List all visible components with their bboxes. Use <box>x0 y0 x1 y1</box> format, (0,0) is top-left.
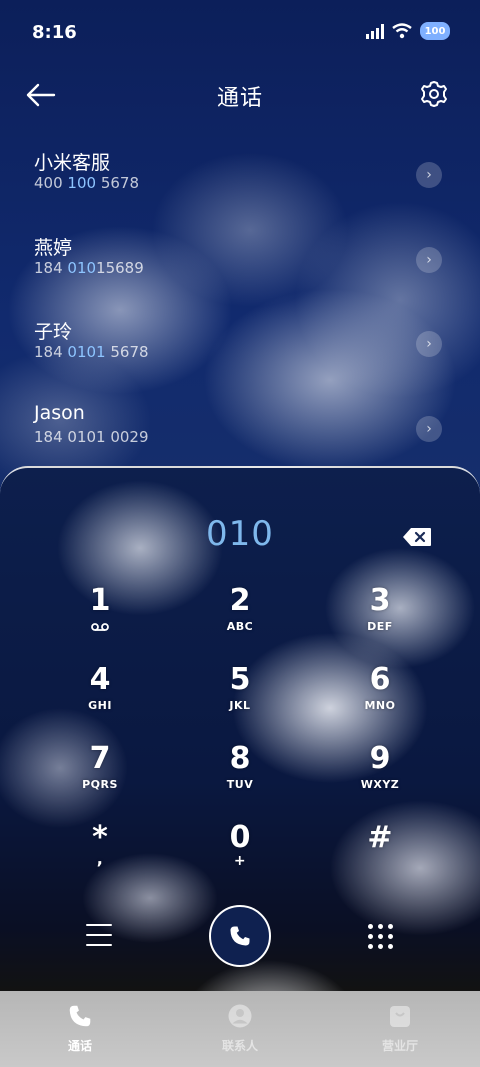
key-9[interactable]: 9 WXYZ <box>310 736 450 815</box>
wifi-icon <box>392 23 412 39</box>
top-app-bar: 通话 <box>0 70 480 120</box>
bag-icon <box>390 1006 410 1027</box>
key-hash[interactable]: # <box>310 815 450 894</box>
gear-icon[interactable] <box>420 80 448 108</box>
chevron-right-icon[interactable]: › <box>416 415 442 442</box>
list-item[interactable]: 子玲 184 0101 5678 › <box>0 309 480 394</box>
signal-icon <box>366 23 384 39</box>
status-time: 8:16 <box>32 22 77 43</box>
key-7[interactable]: 7 PQRS <box>30 736 170 815</box>
list-item[interactable]: 燕婷 184 01015689 › <box>0 225 480 310</box>
key-6[interactable]: 6 MNO <box>310 657 450 736</box>
key-star[interactable]: * , <box>30 815 170 894</box>
phone-icon <box>69 1005 91 1027</box>
phone-icon <box>230 926 250 946</box>
page-title: 通话 <box>216 86 263 111</box>
tab-label: 联系人 <box>221 1039 258 1053</box>
contact-name: Jason <box>34 401 85 424</box>
key-0[interactable]: 0 + <box>170 815 310 894</box>
person-icon <box>228 1004 252 1028</box>
key-1[interactable]: 1 <box>30 578 170 657</box>
chevron-right-icon[interactable]: › <box>416 331 442 357</box>
tab-contacts[interactable]: 联系人 <box>160 991 320 1067</box>
tab-label: 通话 <box>67 1039 92 1053</box>
tab-calls[interactable]: 通话 <box>0 991 160 1067</box>
dialpad-panel: 010 1 2 ABC 3 DEF 4 GHI 5 JKL 6 MNO 7 PQ… <box>0 466 480 991</box>
dialpad-keys: 1 2 ABC 3 DEF 4 GHI 5 JKL 6 MNO 7 PQRS 8… <box>30 578 450 894</box>
voicemail-icon <box>91 623 109 631</box>
key-3[interactable]: 3 DEF <box>310 578 450 657</box>
status-icons: 100 <box>366 22 450 40</box>
list-item[interactable]: 小米客服 400 100 5678 › <box>0 140 480 225</box>
bottom-navigation: 通话 联系人 营业厅 <box>0 991 480 1067</box>
key-4[interactable]: 4 GHI <box>30 657 170 736</box>
key-5[interactable]: 5 JKL <box>170 657 310 736</box>
chevron-right-icon[interactable]: › <box>416 162 442 188</box>
backspace-icon[interactable] <box>402 527 432 547</box>
menu-icon[interactable] <box>86 924 112 946</box>
contact-number: 184 01015689 <box>34 258 144 277</box>
contact-number: 184 0101 5678 <box>34 343 149 361</box>
contact-number: 400 100 5678 <box>34 174 139 192</box>
recent-calls-list: 小米客服 400 100 5678 › 燕婷 184 01015689 › 子玲… <box>0 140 480 478</box>
contact-number: 184 0101 0029 <box>34 427 149 446</box>
key-2[interactable]: 2 ABC <box>170 578 310 657</box>
contact-name: 子玲 <box>34 321 73 343</box>
call-button[interactable] <box>209 905 271 967</box>
battery-icon: 100 <box>420 22 450 40</box>
dialpad-toggle-icon[interactable] <box>368 924 394 950</box>
key-8[interactable]: 8 TUV <box>170 736 310 815</box>
contact-name: 燕婷 <box>34 236 73 259</box>
tab-service-hall[interactable]: 营业厅 <box>320 991 480 1067</box>
status-bar: 8:16 100 <box>0 0 480 68</box>
tab-label: 营业厅 <box>381 1039 418 1053</box>
chevron-right-icon[interactable]: › <box>416 246 442 273</box>
contact-name: 小米客服 <box>34 152 111 174</box>
dialer-controls <box>0 904 480 984</box>
